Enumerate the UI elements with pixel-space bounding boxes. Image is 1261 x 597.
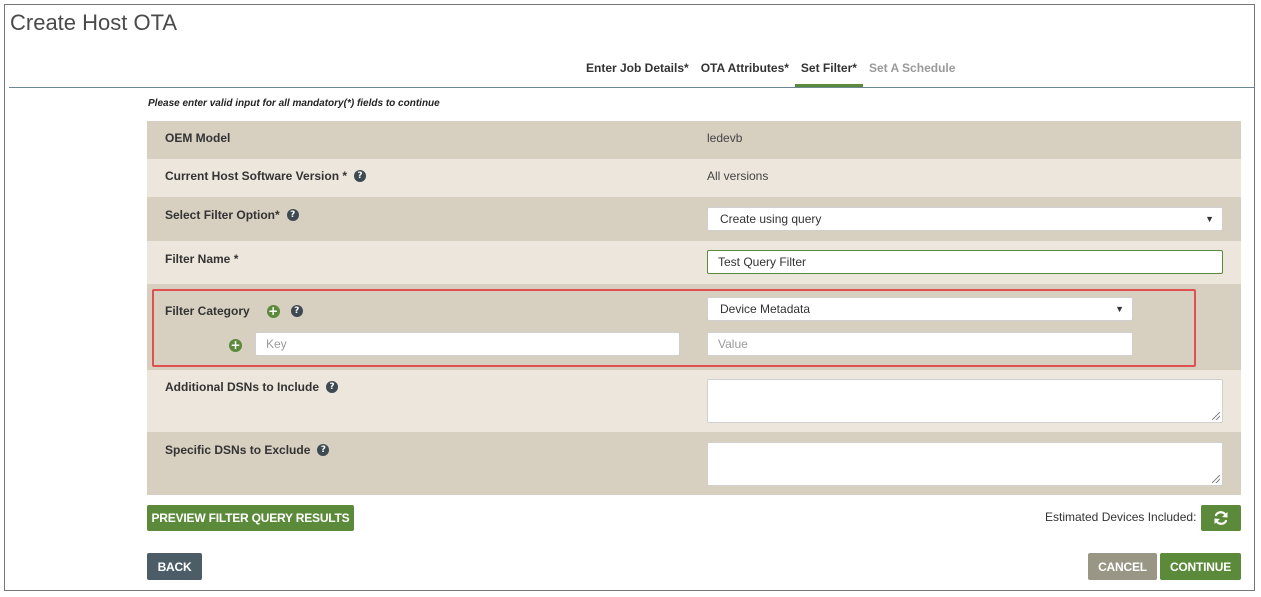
resize-grip-icon[interactable]	[1212, 412, 1220, 420]
tabs-divider	[9, 87, 1254, 88]
filter-option-label: Select Filter Option* ?	[165, 208, 299, 222]
refresh-button[interactable]	[1201, 505, 1241, 531]
host-version-row: Current Host Software Version * ? All ve…	[147, 159, 1241, 197]
filter-name-label: Filter Name *	[165, 252, 239, 266]
resize-grip-icon[interactable]	[1212, 475, 1220, 483]
tab-set-a-schedule: Set A Schedule	[868, 61, 956, 75]
filter-name-value: Test Query Filter	[718, 255, 807, 269]
filter-name-input[interactable]: Test Query Filter	[707, 250, 1223, 274]
mandatory-notice: Please enter valid input for all mandato…	[148, 98, 440, 109]
include-dsns-row: Additional DSNs to Include ?	[147, 370, 1241, 432]
include-dsns-label-text: Additional DSNs to Include	[165, 380, 320, 394]
question-circle-icon[interactable]: ?	[326, 381, 339, 393]
exclude-dsns-textarea[interactable]	[707, 442, 1223, 486]
include-dsns-label: Additional DSNs to Include ?	[165, 380, 339, 394]
filter-option-select[interactable]: Create using query ▼	[707, 207, 1223, 231]
oem-model-label: OEM Model	[165, 131, 231, 145]
chevron-down-icon: ▼	[1205, 214, 1214, 224]
tab-set-filter[interactable]: Set Filter*	[794, 60, 863, 87]
filter-option-label-text: Select Filter Option*	[165, 208, 280, 222]
estimated-devices-label: Estimated Devices Included:	[1045, 510, 1197, 524]
preview-filter-button[interactable]: PREVIEW FILTER QUERY RESULTS	[147, 505, 354, 531]
host-version-label-text: Current Host Software Version *	[165, 169, 348, 183]
back-button[interactable]: BACK	[147, 553, 202, 580]
cancel-button[interactable]: CANCEL	[1088, 553, 1157, 580]
host-version-value: All versions	[707, 169, 769, 183]
filter-name-row: Filter Name * Test Query Filter	[147, 241, 1241, 284]
tab-enter-job-details[interactable]: Enter Job Details*	[580, 60, 695, 87]
include-dsns-textarea[interactable]	[707, 379, 1223, 423]
host-version-label: Current Host Software Version * ?	[165, 169, 367, 183]
continue-button[interactable]: CONTINUE	[1160, 553, 1241, 580]
tab-ota-attributes[interactable]: OTA Attributes*	[695, 60, 795, 87]
refresh-icon	[1214, 511, 1228, 525]
exclude-dsns-label: Specific DSNs to Exclude ?	[165, 443, 330, 457]
page-title: Create Host OTA	[10, 10, 178, 35]
filter-option-row: Select Filter Option* ? Create using que…	[147, 197, 1241, 241]
exclude-dsns-row: Specific DSNs to Exclude ?	[147, 432, 1241, 495]
question-circle-icon[interactable]: ?	[317, 444, 330, 456]
highlight-box	[152, 289, 1196, 367]
exclude-dsns-label-text: Specific DSNs to Exclude	[165, 443, 311, 457]
question-circle-icon[interactable]: ?	[354, 170, 367, 182]
oem-model-row: OEM Model ledevb	[147, 121, 1241, 159]
wizard-tabs: Enter Job Details* OTA Attributes* Set F…	[580, 60, 961, 87]
filter-option-selected: Create using query	[720, 212, 822, 226]
oem-model-value: ledevb	[707, 131, 743, 145]
question-circle-icon[interactable]: ?	[286, 209, 299, 221]
